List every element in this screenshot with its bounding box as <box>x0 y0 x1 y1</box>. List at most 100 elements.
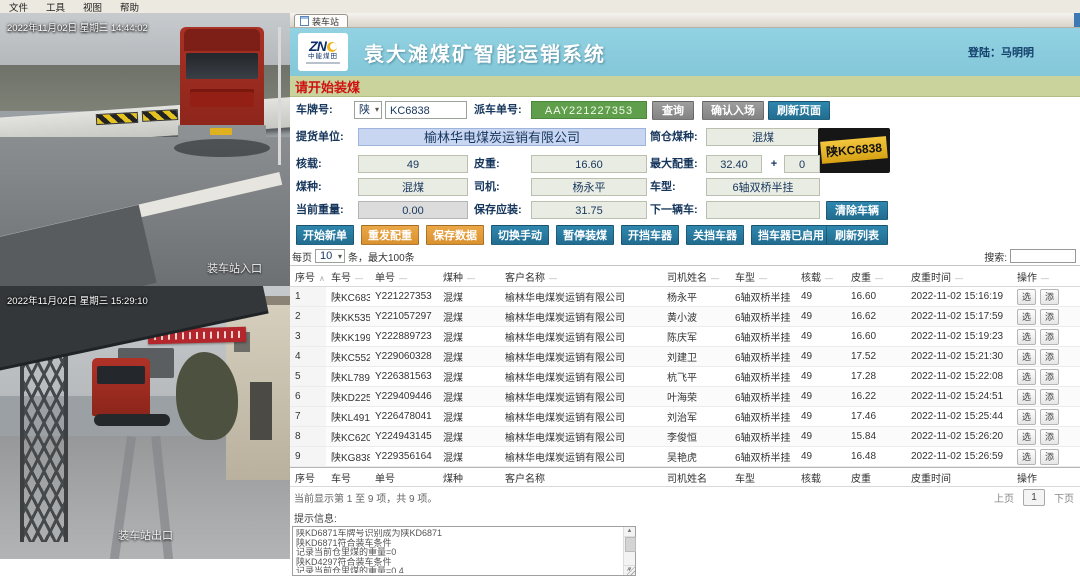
column-header[interactable]: 核载 <box>796 470 846 485</box>
dispatch-label: 派车单号: <box>474 101 522 119</box>
table-cell: 6轴双桥半挂 <box>730 369 796 384</box>
menu-item-file[interactable]: 文件 <box>0 0 37 14</box>
add-row-button[interactable]: 添 <box>1040 309 1059 325</box>
table-cell: 混煤 <box>438 309 500 324</box>
column-header[interactable]: 皮重— <box>846 269 906 284</box>
add-row-button[interactable]: 添 <box>1040 389 1059 405</box>
plate-number-input[interactable]: KC6838 <box>385 101 467 119</box>
column-header[interactable]: 煤种 <box>438 470 500 485</box>
select-row-button[interactable]: 选 <box>1017 369 1036 385</box>
barrier-enabled-button[interactable]: 挡车器已启用 <box>751 225 831 245</box>
tab-loading-station[interactable]: 装车站 <box>294 14 348 27</box>
current-page-button[interactable]: 1 <box>1023 489 1045 506</box>
table-header-row: 序号∧车号—单号—煤种—客户名称—司机姓名—车型—核载—皮重—皮重时间—操作— <box>290 265 1080 287</box>
select-row-button[interactable]: 选 <box>1017 329 1036 345</box>
main-panel: 装车站 ZN 中能煤田 袁大滩煤矿智能运销系统 登陆：马明明 请开始装煤 车牌号… <box>290 13 1080 559</box>
start-new-order-button[interactable]: 开始新单 <box>296 225 354 245</box>
column-header[interactable]: 车号 <box>326 470 370 485</box>
scroll-up-icon[interactable]: ▲ <box>624 527 635 537</box>
scroll-thumb[interactable] <box>625 537 636 552</box>
truck-type-field: 6轴双桥半挂 <box>706 178 820 196</box>
add-row-button[interactable]: 添 <box>1040 409 1059 425</box>
column-header[interactable]: 序号∧ <box>290 269 326 284</box>
add-row-button[interactable]: 添 <box>1040 429 1059 445</box>
table-cell: Y229356164 <box>370 451 438 462</box>
column-header[interactable]: 客户名称— <box>500 269 662 284</box>
page-title: 袁大滩煤矿智能运销系统 <box>364 38 606 67</box>
table-cell: 49 <box>796 451 846 462</box>
column-header[interactable]: 核载— <box>796 269 846 284</box>
select-row-button[interactable]: 选 <box>1017 289 1036 305</box>
refresh-page-button[interactable]: 刷新页面 <box>768 101 830 120</box>
operation-cell: 选添 <box>1012 349 1080 365</box>
switch-manual-button[interactable]: 切换手动 <box>491 225 549 245</box>
next-page-button[interactable]: 下页 <box>1054 490 1074 505</box>
column-header[interactable]: 司机姓名 <box>662 470 730 485</box>
per-page-select[interactable]: 10 <box>315 249 345 263</box>
column-header[interactable]: 皮重 <box>846 470 906 485</box>
column-header[interactable]: 操作— <box>1012 269 1080 284</box>
logo-subtitle: 中能煤田 <box>308 53 338 61</box>
add-row-button[interactable]: 添 <box>1040 369 1059 385</box>
table-cell: 49 <box>796 311 846 322</box>
close-barrier-button[interactable]: 关挡车器 <box>686 225 744 245</box>
table-cell: 9 <box>290 447 326 466</box>
table-cell: 混煤 <box>438 329 500 344</box>
log-label: 提示信息: <box>290 507 1080 526</box>
column-header[interactable]: 司机姓名— <box>662 269 730 284</box>
refresh-list-button[interactable]: 刷新列表 <box>826 225 888 245</box>
table-row: 5陕KL7894Y226381563混煤榆林华电煤炭运销有限公司杭飞平6轴双桥半… <box>290 367 1080 387</box>
column-header[interactable]: 操作 <box>1012 470 1080 485</box>
column-header[interactable]: 单号— <box>370 269 438 284</box>
column-header[interactable]: 皮重时间 <box>906 470 1012 485</box>
select-row-button[interactable]: 选 <box>1017 309 1036 325</box>
table-cell: 2022-11-02 15:25:44 <box>906 411 1012 422</box>
column-header[interactable]: 客户名称 <box>500 470 662 485</box>
select-row-button[interactable]: 选 <box>1017 429 1036 445</box>
add-row-button[interactable]: 添 <box>1040 449 1059 465</box>
confirm-entry-button[interactable]: 确认入场 <box>702 101 764 120</box>
column-header[interactable]: 单号 <box>370 470 438 485</box>
add-row-button[interactable]: 添 <box>1040 349 1059 365</box>
action-button-row: 开始新单重发配重保存数据切换手动暂停装煤开挡车器关挡车器挡车器已启用 <box>296 225 831 245</box>
table-cell: 榆林华电煤炭运销有限公司 <box>500 369 662 384</box>
column-header[interactable]: 车号— <box>326 269 370 284</box>
table-cell: 榆林华电煤炭运销有限公司 <box>500 289 662 304</box>
dispatch-number-field[interactable]: AAY221227353 <box>531 101 647 119</box>
select-row-button[interactable]: 选 <box>1017 449 1036 465</box>
query-button[interactable]: 查询 <box>652 101 694 120</box>
pagination-row: 当前显示第 1 至 9 项，共 9 项。 上页 1 下页 <box>290 487 1080 507</box>
table-cell: 榆林华电煤炭运销有限公司 <box>500 409 662 424</box>
save-data-button[interactable]: 保存数据 <box>426 225 484 245</box>
resize-grip-icon[interactable] <box>627 567 635 575</box>
prev-page-button[interactable]: 上页 <box>994 490 1014 505</box>
column-header[interactable]: 车型 <box>730 470 796 485</box>
red-truck <box>92 348 178 436</box>
table-cell: 刘建卫 <box>662 349 730 364</box>
select-row-button[interactable]: 选 <box>1017 349 1036 365</box>
pause-loading-button[interactable]: 暂停装煤 <box>556 225 614 245</box>
add-row-button[interactable]: 添 <box>1040 289 1059 305</box>
operation-cell: 选添 <box>1012 409 1080 425</box>
select-row-button[interactable]: 选 <box>1017 409 1036 425</box>
add-row-button[interactable]: 添 <box>1040 329 1059 345</box>
table-cell: 6 <box>290 387 326 406</box>
province-select[interactable]: 陕 <box>354 101 382 119</box>
column-header[interactable]: 皮重时间— <box>906 269 1012 284</box>
open-barrier-button[interactable]: 开挡车器 <box>621 225 679 245</box>
column-header[interactable]: 煤种— <box>438 269 500 284</box>
sort-icon: — <box>1041 274 1049 283</box>
menu-item-tools[interactable]: 工具 <box>37 0 74 14</box>
resend-weight-button[interactable]: 重发配重 <box>361 225 419 245</box>
column-header[interactable]: 序号 <box>290 470 326 485</box>
log-textarea[interactable]: 陕KD6871车牌号识别成为陕KD6871 陕KD6871符合装车条件 记录当前… <box>292 526 636 576</box>
menu-item-help[interactable]: 帮助 <box>111 0 148 14</box>
table-cell: 叶海荣 <box>662 389 730 404</box>
column-header[interactable]: 车型— <box>730 269 796 284</box>
menu-item-view[interactable]: 视图 <box>74 0 111 14</box>
striped-barrier <box>142 109 179 122</box>
search-input[interactable] <box>1010 249 1076 263</box>
select-row-button[interactable]: 选 <box>1017 389 1036 405</box>
clear-vehicle-button[interactable]: 清除车辆 <box>826 201 888 220</box>
table-cell: 17.28 <box>846 371 906 382</box>
